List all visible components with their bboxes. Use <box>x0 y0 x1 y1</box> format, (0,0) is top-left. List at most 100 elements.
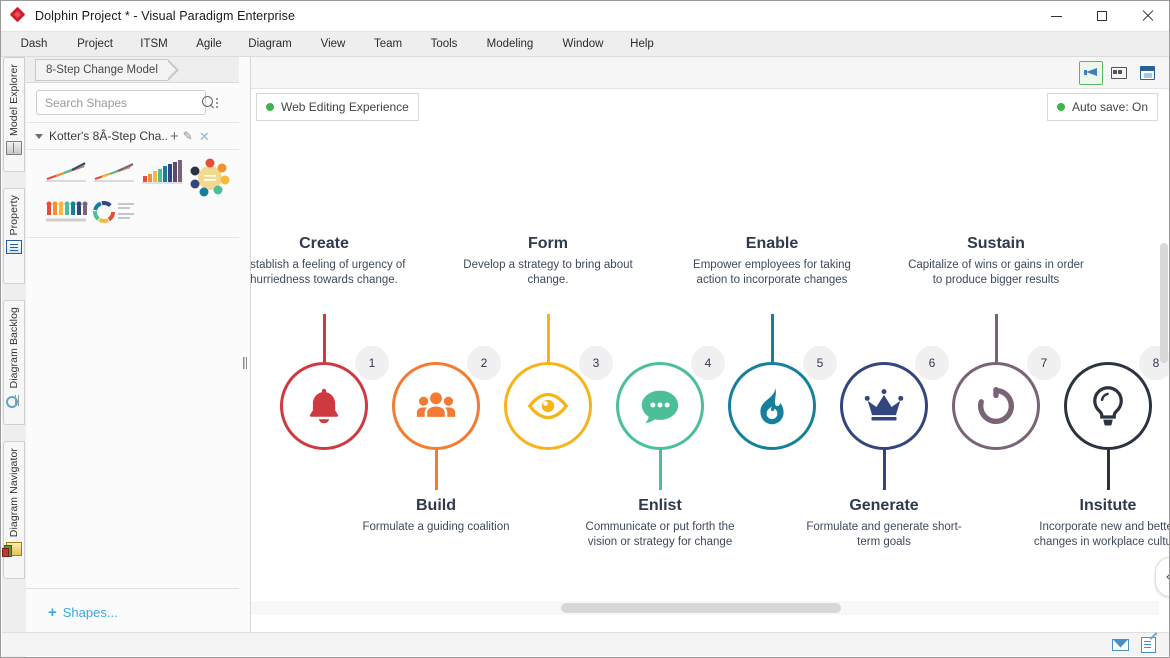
menu-item-itsm[interactable]: ITSM <box>131 32 177 57</box>
search-input[interactable] <box>43 95 202 111</box>
rail-tab-diagram-navigator[interactable]: Diagram Navigator <box>3 441 25 579</box>
search-icon[interactable] <box>202 96 215 109</box>
close-button[interactable] <box>1125 1 1170 32</box>
bar-chart-thumb[interactable] <box>140 158 188 198</box>
shape-group-header[interactable]: Kotter's 8Â-Step Cha... + ✎ ✕ <box>26 123 239 150</box>
step-title: Build <box>347 497 525 515</box>
step-description: Formulate and generate short-term goals <box>795 520 973 550</box>
status-dot-icon <box>1057 103 1065 111</box>
menu-item-modeling[interactable]: Modeling <box>476 32 544 57</box>
search-shapes-box[interactable] <box>36 90 206 115</box>
menu-item-window[interactable]: Window <box>552 32 614 57</box>
horizontal-scrollbar[interactable] <box>251 601 1159 615</box>
note-edit-icon[interactable] <box>1141 637 1156 653</box>
shape-group-name: Kotter's 8Â-Step Cha... <box>49 129 169 143</box>
horizontal-scrollbar-thumb[interactable] <box>561 603 841 613</box>
window-title: Dolphin Project * - Visual Paradigm Ente… <box>35 9 295 23</box>
menu-item-dash[interactable]: Dash <box>11 32 57 57</box>
step-connector-line <box>323 314 326 364</box>
power-ring-icon <box>973 383 1019 429</box>
step-description: Empower employees for taking action to i… <box>683 258 861 288</box>
step-connector-line <box>1107 448 1110 490</box>
menu-item-view[interactable]: View <box>311 32 355 57</box>
step-connector-line <box>995 314 998 364</box>
rail-tab-model-explorer[interactable]: Model Explorer <box>3 57 25 172</box>
add-shape-button[interactable]: + <box>170 129 179 144</box>
splitter-grip[interactable] <box>243 357 247 369</box>
application-window: Dolphin Project * - Visual Paradigm Ente… <box>0 0 1170 658</box>
bell-icon <box>301 383 347 429</box>
window-panel-icon[interactable] <box>1135 61 1159 85</box>
mail-icon[interactable] <box>1112 639 1129 651</box>
menu-item-team[interactable]: Team <box>365 32 411 57</box>
collapse-panel-button[interactable] <box>1155 557 1170 597</box>
step-title: Generate <box>795 497 973 515</box>
step-description: Establish a feeling of urgency of hurrie… <box>251 258 413 288</box>
flame-icon <box>749 383 795 429</box>
arrow-steps-chart-thumb[interactable] <box>92 158 140 198</box>
crown-icon <box>861 383 907 429</box>
step-connector-line <box>547 314 550 364</box>
step-text-block: SustainCapitalize of wins or gains in or… <box>907 235 1085 288</box>
filmstrip-icon[interactable] <box>1107 61 1131 85</box>
step-description: Develop a strategy to bring about change… <box>459 258 637 288</box>
menu-item-help[interactable]: Help <box>622 32 662 57</box>
step-circle-speech-bubble-icon[interactable] <box>616 362 704 450</box>
menu-item-agile[interactable]: Agile <box>187 32 231 57</box>
step-circle-lightbulb-icon[interactable] <box>1064 362 1152 450</box>
auto-save-label: Auto save: On <box>1072 100 1148 114</box>
step-number-badge: 4 <box>691 346 725 380</box>
step-circle-crown-icon[interactable] <box>840 362 928 450</box>
rail-tab-property[interactable]: Property <box>3 188 25 284</box>
step-title: Enlist <box>571 497 749 515</box>
eye-icon <box>525 383 571 429</box>
shapes-panel: 8-Step Change Model Kotter's 8Â-Step Cha… <box>26 57 239 635</box>
web-editing-experience-badge[interactable]: Web Editing Experience <box>256 93 419 121</box>
vertical-scrollbar-thumb[interactable] <box>1160 243 1168 363</box>
step-connector-line <box>883 448 886 490</box>
step-circle-eye-icon[interactable] <box>504 362 592 450</box>
megaphone-icon[interactable] <box>1079 61 1103 85</box>
rail-tab-diagram-backlog[interactable]: Diagram Backlog <box>3 300 25 425</box>
lightbulb-icon <box>1085 383 1131 429</box>
tab-arrow-tip <box>168 59 179 81</box>
menu-item-tools[interactable]: Tools <box>421 32 467 57</box>
menu-item-diagram[interactable]: Diagram <box>239 32 301 57</box>
document-tab-8-step-change-model[interactable]: 8-Step Change Model <box>35 59 168 81</box>
donut-list-thumb[interactable] <box>92 198 140 238</box>
arrow-gradient-chart-thumb[interactable] <box>44 158 92 198</box>
add-shapes-button[interactable]: + Shapes... <box>26 589 239 635</box>
step-description: Communicate or put forth the vision or s… <box>571 520 749 550</box>
canvas-badges: Web Editing Experience Auto save: On <box>251 89 1170 129</box>
maximize-button[interactable] <box>1079 1 1125 32</box>
diagram-steps: 1CreateEstablish a feeling of urgency of… <box>251 129 1170 599</box>
menu-item-project[interactable]: Project <box>67 32 123 57</box>
property-icon <box>6 240 22 254</box>
panel-splitter[interactable] <box>239 57 251 635</box>
step-description: Capitalize of wins or gains in order to … <box>907 258 1085 288</box>
rail-tab-label: Model Explorer <box>8 64 20 136</box>
caret-down-icon[interactable] <box>35 134 43 139</box>
step-circle-flame-icon[interactable] <box>728 362 816 450</box>
step-description: Formulate a guiding coalition <box>347 520 525 535</box>
title-bar: Dolphin Project * - Visual Paradigm Ente… <box>1 1 1170 32</box>
shape-thumbnail-grid <box>26 150 239 238</box>
step-circle-people-icon[interactable] <box>392 362 480 450</box>
edit-group-icon[interactable]: ✎ <box>183 130 193 142</box>
minimize-button[interactable] <box>1033 1 1079 32</box>
plus-icon: + <box>48 604 57 621</box>
search-row <box>26 83 239 123</box>
step-circle-power-ring-icon[interactable] <box>952 362 1040 450</box>
step-title: Enable <box>683 235 861 253</box>
step-text-block: FormDevelop a strategy to bring about ch… <box>459 235 637 288</box>
navigator-icon <box>6 542 22 556</box>
window-controls <box>1033 1 1170 32</box>
book-icon <box>6 141 22 155</box>
step-connector-line <box>659 448 662 490</box>
close-group-icon[interactable]: ✕ <box>199 130 210 143</box>
auto-save-badge[interactable]: Auto save: On <box>1047 93 1158 121</box>
flag-timeline-thumb[interactable] <box>44 198 92 238</box>
diagram-canvas-area: Web Editing Experience Auto save: On 1Cr… <box>251 57 1170 635</box>
radial-nodes-thumb[interactable] <box>188 158 236 198</box>
step-circle-bell-icon[interactable] <box>280 362 368 450</box>
